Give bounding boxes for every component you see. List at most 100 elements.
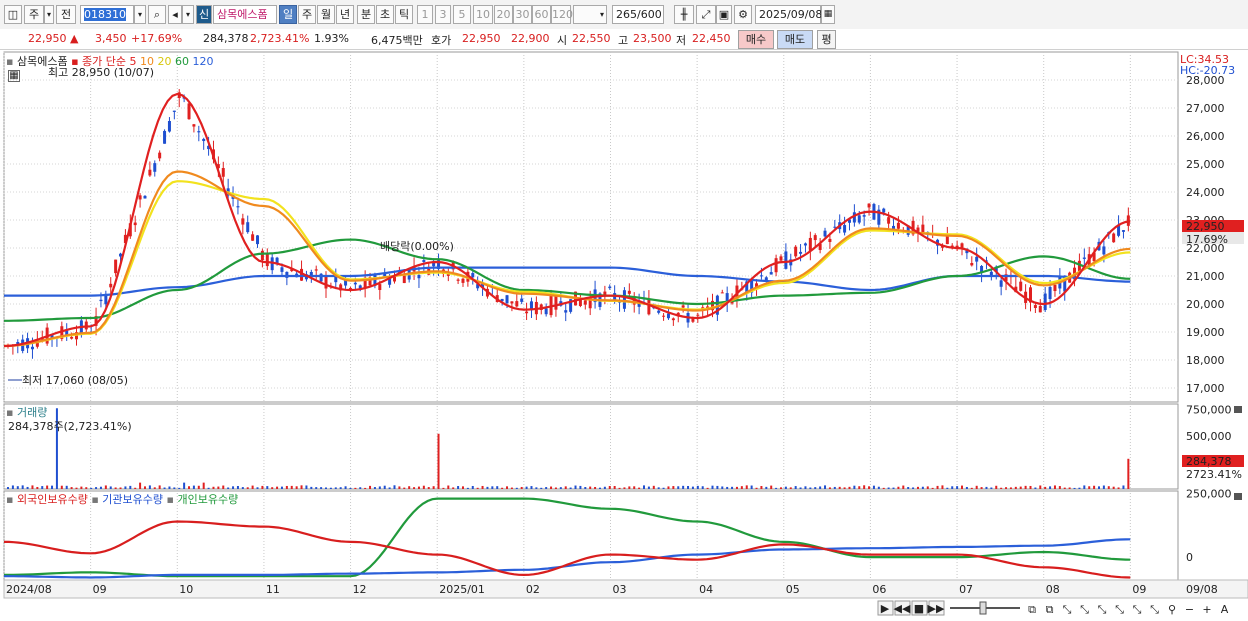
- candle-body: [265, 254, 269, 267]
- tool-glyph-icon[interactable]: A: [1221, 603, 1229, 616]
- volume-bar: [525, 486, 528, 489]
- interval-3[interactable]: 3: [435, 5, 451, 24]
- volume-bar: [907, 487, 910, 489]
- ask-price: 22,950: [462, 32, 501, 45]
- volume-bar: [320, 487, 323, 489]
- period-minute[interactable]: 분: [357, 5, 375, 24]
- eval-button[interactable]: 평: [817, 30, 836, 49]
- volume-bar: [540, 487, 543, 489]
- volume-bar: [1107, 486, 1110, 489]
- volume-bar: [378, 486, 381, 489]
- panel-close-icon[interactable]: [1234, 406, 1242, 413]
- tool-glyph-icon[interactable]: ⧉: [1046, 603, 1054, 616]
- x-tick-label: 08: [1046, 583, 1060, 596]
- table-icon[interactable]: ▦: [8, 70, 20, 82]
- high-label: 고: [618, 34, 629, 47]
- period-tick[interactable]: 틱: [395, 5, 413, 24]
- tool-glyph-icon[interactable]: ⤡: [1150, 603, 1159, 616]
- stock-chart[interactable]: 2024/08 09 10 11 12 2025/01 02 03 04 05 06 07 08 09 09…: [0, 50, 1248, 621]
- period-week[interactable]: 주: [298, 5, 316, 24]
- tool-glyph-icon[interactable]: −: [1185, 603, 1194, 616]
- interval-120[interactable]: 120: [551, 5, 573, 24]
- volume-bar: [148, 485, 151, 489]
- candle-body: [505, 295, 509, 304]
- tool-glyph-icon[interactable]: +: [1202, 603, 1211, 616]
- volume-bar: [134, 487, 137, 489]
- volume-bar: [848, 486, 851, 489]
- interval-custom-select[interactable]: ▾: [573, 5, 607, 24]
- volume-bar: [85, 487, 88, 489]
- search-icon[interactable]: ⌕: [148, 5, 166, 24]
- tool-glyph-icon[interactable]: ⧉: [1028, 603, 1036, 616]
- candle-body: [999, 280, 1003, 287]
- save-icon[interactable]: ▣: [716, 5, 732, 24]
- stock-name-field[interactable]: 삼목에스폼: [213, 5, 277, 24]
- candle-body: [696, 314, 700, 316]
- volume-bar: [921, 486, 924, 489]
- volume-bar: [417, 486, 420, 489]
- volume-bar: [359, 487, 362, 489]
- candle-body: [945, 236, 949, 245]
- candle-body: [202, 138, 206, 142]
- calendar-icon[interactable]: ▦: [821, 5, 835, 24]
- volume-bar: [457, 486, 460, 489]
- tool-glyph-icon[interactable]: ⤡: [1063, 603, 1072, 616]
- candle-body: [348, 287, 352, 289]
- count-input[interactable]: 265/600: [612, 5, 664, 24]
- period-month[interactable]: 월: [317, 5, 335, 24]
- candle-body: [867, 203, 871, 208]
- volume-bar: [520, 486, 523, 489]
- speaker-icon[interactable]: ◂: [168, 5, 182, 24]
- price-y-tick: 25,000: [1186, 158, 1225, 171]
- volume-bar: [941, 485, 944, 489]
- x-tick-label: 04: [699, 583, 713, 596]
- volume-bar: [227, 487, 230, 489]
- interval-1[interactable]: 1: [417, 5, 433, 24]
- legend-ma10: 10: [140, 55, 155, 68]
- volume-bar: [501, 487, 504, 489]
- crosshair-icon[interactable]: ⤢: [696, 5, 716, 24]
- tool-glyph-icon[interactable]: ⤡: [1098, 603, 1107, 616]
- period-day[interactable]: 일: [279, 5, 297, 24]
- period-second[interactable]: 초: [376, 5, 394, 24]
- volume-bar: [643, 485, 646, 489]
- speaker-dropdown-icon[interactable]: ▾: [182, 5, 194, 24]
- market-select[interactable]: 주: [24, 5, 44, 24]
- code-dropdown-icon[interactable]: ▾: [134, 5, 146, 24]
- interval-5[interactable]: 5: [453, 5, 471, 24]
- legend-bullet-icon: ▪: [91, 493, 99, 506]
- interval-10[interactable]: 10: [473, 5, 493, 24]
- window-icon[interactable]: ◫: [4, 5, 22, 24]
- price-text: 22,950: [28, 32, 67, 45]
- buy-button[interactable]: 매수: [738, 30, 774, 49]
- code-input[interactable]: 018310: [80, 5, 134, 24]
- candle-body: [353, 282, 357, 285]
- tool-glyph-icon[interactable]: ⤡: [1133, 603, 1142, 616]
- interval-20[interactable]: 20: [494, 5, 513, 24]
- candle-icon[interactable]: ╫: [674, 5, 694, 24]
- gear-icon[interactable]: ⚙: [734, 5, 752, 24]
- interval-30[interactable]: 30: [513, 5, 532, 24]
- candle-body: [197, 131, 201, 133]
- period-year[interactable]: 년: [336, 5, 354, 24]
- market-dropdown-icon[interactable]: ▾: [44, 5, 54, 24]
- volume-bar: [178, 487, 181, 489]
- interval-60[interactable]: 60: [532, 5, 551, 24]
- volume-bar: [398, 486, 401, 489]
- zoom-slider-handle[interactable]: [979, 601, 987, 615]
- low-price: 22,450: [692, 32, 731, 45]
- sell-button[interactable]: 매도: [777, 30, 813, 49]
- volume-bar: [784, 486, 787, 489]
- open-price: 22,550: [572, 32, 611, 45]
- tool-glyph-icon[interactable]: ⤡: [1115, 603, 1124, 616]
- tool-glyph-icon[interactable]: ⚲: [1168, 603, 1176, 616]
- date-input[interactable]: 2025/09/08: [755, 5, 822, 24]
- panel-close-icon[interactable]: [1234, 493, 1242, 500]
- volume-bar: [824, 485, 827, 489]
- tool-glyph-icon[interactable]: ⤡: [1080, 603, 1089, 616]
- volume-bar: [11, 485, 14, 489]
- prev-button[interactable]: 전: [56, 5, 76, 24]
- volume-bar: [491, 486, 494, 489]
- candle-body: [564, 310, 568, 313]
- volume-bar: [1112, 486, 1115, 489]
